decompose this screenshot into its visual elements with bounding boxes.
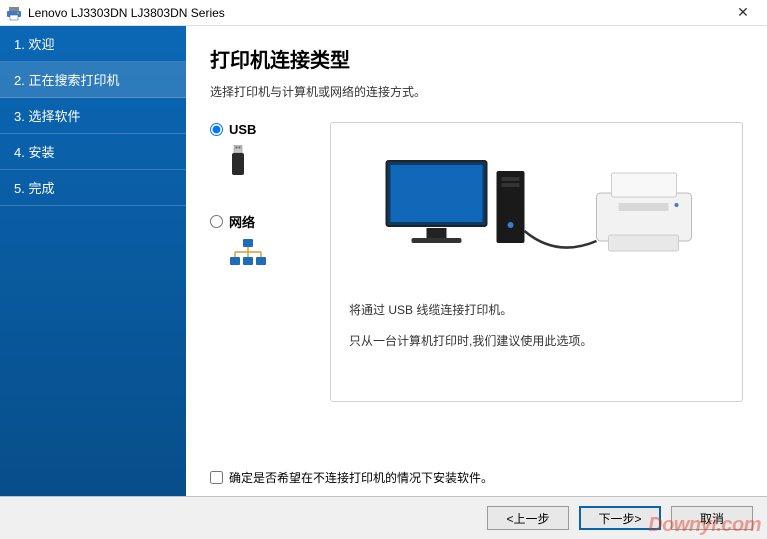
sidebar-item-label: 3. 选择软件 [14,109,80,124]
sidebar-item-label: 1. 欢迎 [14,37,54,52]
titlebar: Lenovo LJ3303DN LJ3803DN Series ✕ [0,0,767,26]
option-label: USB [229,122,256,137]
sidebar-item-label: 4. 安装 [14,145,54,160]
desc-line-1: 将通过 USB 线缆连接打印机。 [349,301,724,318]
sidebar-item-searching[interactable]: 2. 正在搜索打印机 [0,62,186,98]
radio-network[interactable] [210,215,223,228]
connection-illustration [349,143,724,283]
next-button[interactable]: 下一步> [579,506,661,530]
option-usb[interactable]: USB [210,122,310,184]
back-button[interactable]: <上一步 [487,506,569,530]
sidebar-item-software[interactable]: 3. 选择软件 [0,98,186,134]
network-icon [228,239,310,274]
page-subtext: 选择打印机与计算机或网络的连接方式。 [210,83,743,100]
option-network[interactable]: 网络 [210,212,310,274]
main-area: 1. 欢迎 2. 正在搜索打印机 3. 选择软件 4. 安装 5. 完成 打印机… [0,26,767,496]
desc-line-2: 只从一台计算机打印时,我们建议使用此选项。 [349,332,724,349]
sidebar: 1. 欢迎 2. 正在搜索打印机 3. 选择软件 4. 安装 5. 完成 [0,26,186,496]
sidebar-item-label: 5. 完成 [14,181,54,196]
options-col: USB 网络 [210,122,310,302]
options-row: USB 网络 [210,122,743,402]
sidebar-item-welcome[interactable]: 1. 欢迎 [0,26,186,62]
option-label: 网络 [229,212,255,231]
checkbox-label: 确定是否希望在不连接打印机的情况下安装软件。 [229,469,493,486]
sidebar-item-finish[interactable]: 5. 完成 [0,170,186,206]
close-button[interactable]: ✕ [725,4,761,21]
window-title: Lenovo LJ3303DN LJ3803DN Series [28,6,725,20]
printer-app-icon [6,5,22,21]
usb-stick-icon [228,145,310,184]
content: 打印机连接类型 选择打印机与计算机或网络的连接方式。 USB 网络 [186,26,767,496]
sidebar-item-install[interactable]: 4. 安装 [0,134,186,170]
sidebar-item-label: 2. 正在搜索打印机 [14,73,119,88]
checkbox-no-printer[interactable] [210,471,223,484]
page-heading: 打印机连接类型 [210,44,743,73]
install-without-printer-check[interactable]: 确定是否希望在不连接打印机的情况下安装软件。 [210,469,493,486]
cancel-button[interactable]: 取消 [671,506,753,530]
radio-usb[interactable] [210,123,223,136]
illustration-box: 将通过 USB 线缆连接打印机。 只从一台计算机打印时,我们建议使用此选项。 [330,122,743,402]
button-bar: <上一步 下一步> 取消 Downyi.com [0,496,767,539]
